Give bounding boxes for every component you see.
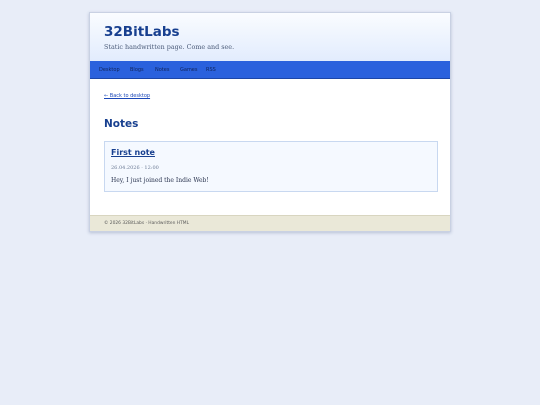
note-body: Hey, I just joined the Indie Web! xyxy=(111,177,209,184)
nav-bar: Desktop Blogs Notes Games RSS xyxy=(90,61,450,79)
list-item: First note 26.04.2026 · 12:00 Hey, I jus… xyxy=(104,141,438,192)
page-title: Notes xyxy=(104,118,139,130)
site-title[interactable]: 32BitLabs xyxy=(104,24,180,40)
footer-text: © 2026 32BitLabs · Handwritten HTML xyxy=(104,221,190,226)
nav-item-games[interactable]: Games xyxy=(180,67,198,73)
nav-item-rss[interactable]: RSS xyxy=(206,67,216,73)
note-title-link[interactable]: First note xyxy=(111,148,155,157)
note-date: 26.04.2026 · 12:00 xyxy=(111,165,159,171)
site-footer: © 2026 32BitLabs · Handwritten HTML xyxy=(90,215,450,231)
site-tagline: Static handwritten page. Come and see. xyxy=(104,43,235,51)
back-to-desktop-link[interactable]: ← Back to desktop xyxy=(104,93,150,99)
nav-item-blogs[interactable]: Blogs xyxy=(130,67,144,73)
nav-item-notes[interactable]: Notes xyxy=(155,67,169,73)
site-header: 32BitLabs Static handwritten page. Come … xyxy=(90,13,450,61)
page-container: 32BitLabs Static handwritten page. Come … xyxy=(89,12,451,232)
nav-item-desktop[interactable]: Desktop xyxy=(99,67,120,73)
